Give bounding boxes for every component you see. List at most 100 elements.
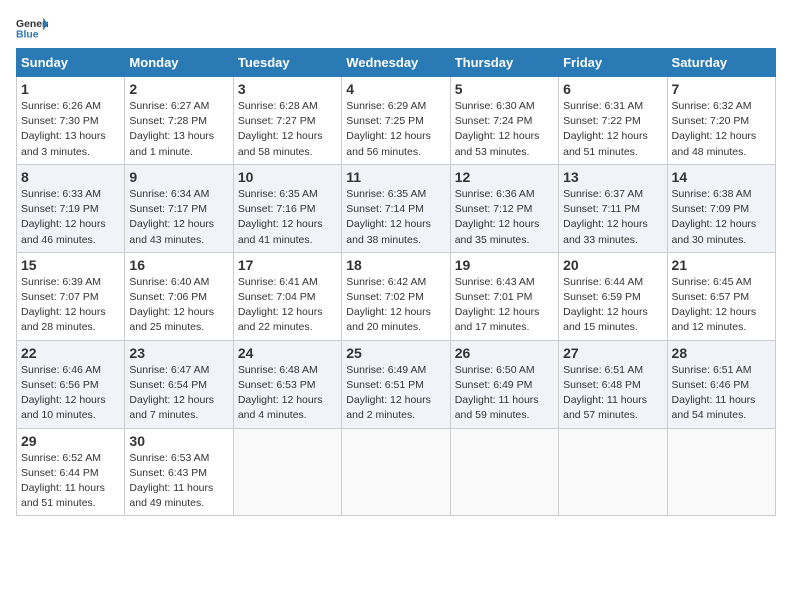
calendar-cell: 9 Sunrise: 6:34 AM Sunset: 7:17 PM Daylig… (125, 164, 233, 252)
calendar-header-row: SundayMondayTuesdayWednesdayThursdayFrid… (17, 49, 776, 77)
calendar-cell: 26Sunrise: 6:50 AM Sunset: 6:49 PM Dayli… (450, 340, 558, 428)
calendar-cell: 23 Sunrise: 6:47 AM Sunset: 6:54 PM Dayli… (125, 340, 233, 428)
day-info: Sunrise: 6:43 AM Sunset: 7:01 PM Dayligh… (455, 275, 554, 336)
day-info: Sunrise: 6:35 AM Sunset: 7:14 PM Dayligh… (346, 187, 445, 248)
day-number: 25 (346, 345, 445, 361)
day-info: Sunrise: 6:28 AM Sunset: 7:27 PM Dayligh… (238, 99, 337, 160)
day-info: Sunrise: 6:51 AM Sunset: 6:46 PM Dayligh… (672, 363, 771, 424)
day-number: 13 (563, 169, 662, 185)
day-info: Sunrise: 6:48 AM Sunset: 6:53 PM Dayligh… (238, 363, 337, 424)
calendar-cell: 13Sunrise: 6:37 AM Sunset: 7:11 PM Dayli… (559, 164, 667, 252)
logo-icon: General Blue (16, 16, 48, 40)
day-number: 10 (238, 169, 337, 185)
day-number: 29 (21, 433, 120, 449)
day-number: 26 (455, 345, 554, 361)
calendar-cell: 4Sunrise: 6:29 AM Sunset: 7:25 PM Daylig… (342, 77, 450, 165)
day-number: 18 (346, 257, 445, 273)
day-info: Sunrise: 6:42 AM Sunset: 7:02 PM Dayligh… (346, 275, 445, 336)
day-number: 24 (238, 345, 337, 361)
day-info: Sunrise: 6:26 AM Sunset: 7:30 PM Dayligh… (21, 99, 120, 160)
day-info: Sunrise: 6:47 AM Sunset: 6:54 PM Dayligh… (129, 363, 228, 424)
calendar-week-row: 29 Sunrise: 6:52 AM Sunset: 6:44 PM Dayli… (17, 428, 776, 516)
calendar-week-row: 15 Sunrise: 6:39 AM Sunset: 7:07 PM Dayli… (17, 252, 776, 340)
logo: General Blue (16, 16, 48, 40)
header-thursday: Thursday (450, 49, 558, 77)
day-number: 12 (455, 169, 554, 185)
calendar-cell (450, 428, 558, 516)
day-info: Sunrise: 6:31 AM Sunset: 7:22 PM Dayligh… (563, 99, 662, 160)
header-saturday: Saturday (667, 49, 775, 77)
header-wednesday: Wednesday (342, 49, 450, 77)
calendar-table: SundayMondayTuesdayWednesdayThursdayFrid… (16, 48, 776, 516)
day-info: Sunrise: 6:30 AM Sunset: 7:24 PM Dayligh… (455, 99, 554, 160)
day-info: Sunrise: 6:33 AM Sunset: 7:19 PM Dayligh… (21, 187, 120, 248)
day-number: 20 (563, 257, 662, 273)
day-info: Sunrise: 6:52 AM Sunset: 6:44 PM Dayligh… (21, 451, 120, 512)
day-info: Sunrise: 6:46 AM Sunset: 6:56 PM Dayligh… (21, 363, 120, 424)
calendar-cell: 5Sunrise: 6:30 AM Sunset: 7:24 PM Daylig… (450, 77, 558, 165)
day-info: Sunrise: 6:36 AM Sunset: 7:12 PM Dayligh… (455, 187, 554, 248)
day-number: 28 (672, 345, 771, 361)
day-number: 15 (21, 257, 120, 273)
calendar-cell: 27 Sunrise: 6:51 AM Sunset: 6:48 PM Dayli… (559, 340, 667, 428)
day-number: 17 (238, 257, 337, 273)
day-number: 23 (129, 345, 228, 361)
day-number: 21 (672, 257, 771, 273)
day-info: Sunrise: 6:44 AM Sunset: 6:59 PM Dayligh… (563, 275, 662, 336)
day-number: 6 (563, 81, 662, 97)
header-monday: Monday (125, 49, 233, 77)
header-friday: Friday (559, 49, 667, 77)
calendar-cell: 3 Sunrise: 6:28 AM Sunset: 7:27 PM Daylig… (233, 77, 341, 165)
calendar-cell: 6 Sunrise: 6:31 AM Sunset: 7:22 PM Daylig… (559, 77, 667, 165)
day-info: Sunrise: 6:29 AM Sunset: 7:25 PM Dayligh… (346, 99, 445, 160)
calendar-cell: 8Sunrise: 6:33 AM Sunset: 7:19 PM Daylig… (17, 164, 125, 252)
calendar-cell: 28 Sunrise: 6:51 AM Sunset: 6:46 PM Dayli… (667, 340, 775, 428)
calendar-cell: 18 Sunrise: 6:42 AM Sunset: 7:02 PM Dayli… (342, 252, 450, 340)
day-number: 16 (129, 257, 228, 273)
calendar-cell: 14Sunrise: 6:38 AM Sunset: 7:09 PM Dayli… (667, 164, 775, 252)
day-number: 11 (346, 169, 445, 185)
calendar-cell: 24 Sunrise: 6:48 AM Sunset: 6:53 PM Dayli… (233, 340, 341, 428)
day-info: Sunrise: 6:51 AM Sunset: 6:48 PM Dayligh… (563, 363, 662, 424)
day-info: Sunrise: 6:34 AM Sunset: 7:17 PM Dayligh… (129, 187, 228, 248)
day-info: Sunrise: 6:27 AM Sunset: 7:28 PM Dayligh… (129, 99, 228, 160)
calendar-cell: 2Sunrise: 6:27 AM Sunset: 7:28 PM Daylig… (125, 77, 233, 165)
day-info: Sunrise: 6:35 AM Sunset: 7:16 PM Dayligh… (238, 187, 337, 248)
calendar-cell: 20 Sunrise: 6:44 AM Sunset: 6:59 PM Dayli… (559, 252, 667, 340)
page-header: General Blue (16, 16, 776, 40)
day-info: Sunrise: 6:53 AM Sunset: 6:43 PM Dayligh… (129, 451, 228, 512)
calendar-week-row: 8Sunrise: 6:33 AM Sunset: 7:19 PM Daylig… (17, 164, 776, 252)
calendar-cell: 17 Sunrise: 6:41 AM Sunset: 7:04 PM Dayli… (233, 252, 341, 340)
header-sunday: Sunday (17, 49, 125, 77)
day-info: Sunrise: 6:41 AM Sunset: 7:04 PM Dayligh… (238, 275, 337, 336)
calendar-cell: 11 Sunrise: 6:35 AM Sunset: 7:14 PM Dayli… (342, 164, 450, 252)
calendar-cell: 29 Sunrise: 6:52 AM Sunset: 6:44 PM Dayli… (17, 428, 125, 516)
calendar-cell: 19 Sunrise: 6:43 AM Sunset: 7:01 PM Dayli… (450, 252, 558, 340)
day-info: Sunrise: 6:40 AM Sunset: 7:06 PM Dayligh… (129, 275, 228, 336)
calendar-cell: 7 Sunrise: 6:32 AM Sunset: 7:20 PM Daylig… (667, 77, 775, 165)
svg-text:Blue: Blue (16, 30, 39, 40)
day-number: 7 (672, 81, 771, 97)
day-number: 27 (563, 345, 662, 361)
calendar-week-row: 22 Sunrise: 6:46 AM Sunset: 6:56 PM Dayli… (17, 340, 776, 428)
calendar-cell: 25 Sunrise: 6:49 AM Sunset: 6:51 PM Dayli… (342, 340, 450, 428)
day-number: 19 (455, 257, 554, 273)
day-number: 9 (129, 169, 228, 185)
day-info: Sunrise: 6:39 AM Sunset: 7:07 PM Dayligh… (21, 275, 120, 336)
calendar-cell: 21 Sunrise: 6:45 AM Sunset: 6:57 PM Dayli… (667, 252, 775, 340)
calendar-cell: 12 Sunrise: 6:36 AM Sunset: 7:12 PM Dayli… (450, 164, 558, 252)
day-info: Sunrise: 6:38 AM Sunset: 7:09 PM Dayligh… (672, 187, 771, 248)
header-tuesday: Tuesday (233, 49, 341, 77)
day-number: 22 (21, 345, 120, 361)
calendar-cell: 15 Sunrise: 6:39 AM Sunset: 7:07 PM Dayli… (17, 252, 125, 340)
day-info: Sunrise: 6:49 AM Sunset: 6:51 PM Dayligh… (346, 363, 445, 424)
day-number: 3 (238, 81, 337, 97)
day-number: 30 (129, 433, 228, 449)
calendar-cell (233, 428, 341, 516)
calendar-cell: 10 Sunrise: 6:35 AM Sunset: 7:16 PM Dayli… (233, 164, 341, 252)
day-number: 1 (21, 81, 120, 97)
day-info: Sunrise: 6:45 AM Sunset: 6:57 PM Dayligh… (672, 275, 771, 336)
calendar-cell (667, 428, 775, 516)
day-info: Sunrise: 6:32 AM Sunset: 7:20 PM Dayligh… (672, 99, 771, 160)
calendar-cell: 30 Sunrise: 6:53 AM Sunset: 6:43 PM Dayli… (125, 428, 233, 516)
